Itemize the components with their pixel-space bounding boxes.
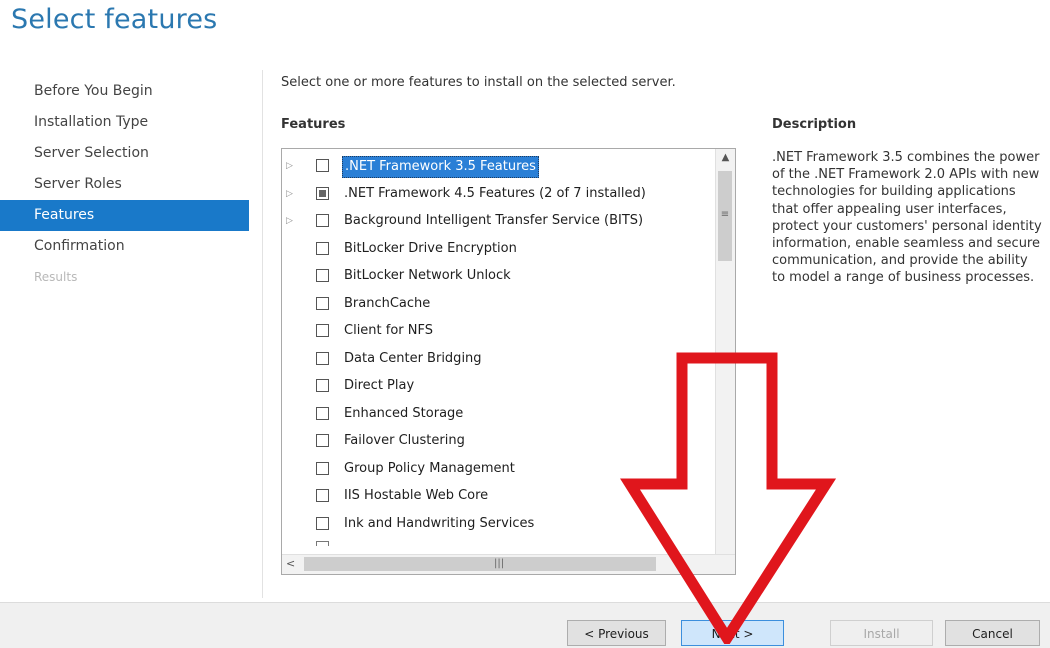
feature-row[interactable]: ▷ .NET Framework 4.5 Features (2 of 7 ins… [282,181,715,208]
feature-checkbox[interactable] [316,324,329,337]
chevron-up-icon[interactable]: ▲ [716,149,735,167]
feature-checkbox[interactable] [316,296,329,310]
feature-label: BitLocker Drive Encryption [344,240,517,256]
feature-label: Client for NFS [344,323,434,338]
cancel-button[interactable]: Cancel [945,620,1040,646]
feature-checkbox[interactable] [316,269,329,282]
nav-item-server-roles[interactable]: Server Roles [0,169,249,200]
description-text: .NET Framework 3.5 combines the power of… [772,150,1042,286]
nav-item-confirmation[interactable]: Confirmation [0,231,249,262]
feature-checkbox[interactable] [316,351,329,365]
feature-label: Direct Play [344,378,415,393]
instructions-text: Select one or more features to install o… [281,75,676,90]
feature-label: IIS Hostable Web Core [344,488,489,503]
feature-label: BranchCache [344,295,431,311]
grip-icon: ||| [494,558,505,569]
feature-row[interactable]: ▷ Background Intelligent Transfer Service… [282,208,715,235]
feature-row[interactable]: ▷ .NET Framework 3.5 Features [282,153,715,180]
feature-label: .NET Framework 3.5 Features [342,156,539,178]
feature-row[interactable]: BitLocker Network Unlock [282,263,715,290]
feature-label: Data Center Bridging [344,350,482,366]
triangle-right-icon[interactable]: ▷ [286,215,296,227]
feature-checkbox[interactable] [316,379,329,392]
wizard-nav: Before You Begin Installation Type Server … [0,76,250,293]
feature-row[interactable]: Client for NFS [282,318,715,345]
feature-label: Failover Clustering [344,433,465,448]
triangle-right-icon[interactable]: ▷ [286,188,296,200]
feature-checkbox[interactable] [316,159,329,172]
red-down-arrow-icon [620,352,837,644]
nav-item-before-you-begin[interactable]: Before You Begin [0,76,249,107]
feature-checkbox[interactable] [316,186,329,200]
feature-row[interactable]: BranchCache [282,291,715,318]
description-heading: Description [772,117,857,132]
feature-label: .NET Framework 4.5 Features (2 of 7 inst… [344,185,646,201]
grip-icon: ≡ [720,209,730,220]
features-heading: Features [281,117,346,132]
feature-label: Enhanced Storage [344,405,464,421]
feature-checkbox[interactable] [316,214,329,227]
feature-label: Ink and Handwriting Services [344,515,535,531]
feature-label: Group Policy Management [344,460,515,476]
feature-checkbox[interactable] [316,241,329,255]
divider [262,70,263,598]
feature-checkbox[interactable] [316,434,329,447]
triangle-right-icon[interactable]: ▷ [286,160,296,172]
feature-label: BitLocker Network Unlock [344,268,511,283]
page-title: Select features [11,4,218,35]
horizontal-scroll-thumb[interactable]: ||| [304,557,656,571]
install-button: Install [830,620,933,646]
feature-checkbox[interactable] [316,516,329,530]
nav-item-installation-type[interactable]: Installation Type [0,107,249,138]
feature-checkbox[interactable] [316,489,329,502]
chevron-left-icon[interactable]: < [286,557,295,570]
nav-item-results: Results [34,270,78,284]
partially-visible-checkbox [316,541,329,546]
feature-row[interactable]: BitLocker Drive Encryption [282,236,715,263]
nav-item-features[interactable]: Features [0,200,249,231]
feature-checkbox[interactable] [316,461,329,475]
feature-label: Background Intelligent Transfer Service … [344,213,644,228]
nav-item-server-selection[interactable]: Server Selection [0,138,249,169]
feature-checkbox[interactable] [316,406,329,420]
